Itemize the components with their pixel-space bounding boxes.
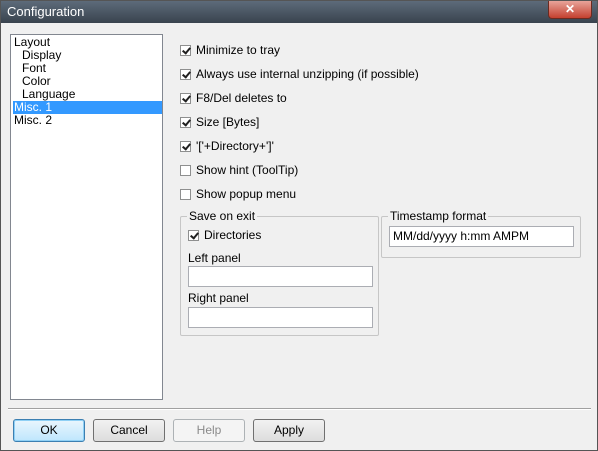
option-label: Minimize to tray (196, 43, 281, 57)
checkbox[interactable] (180, 44, 191, 56)
option-label: F8/Del deletes to (196, 91, 287, 105)
option-show-hint[interactable]: Show hint (ToolTip) (180, 162, 298, 178)
separator (8, 408, 591, 410)
title-bar[interactable]: Configuration ✕ (1, 1, 597, 23)
option-label: Always use internal unzipping (if possib… (196, 67, 419, 81)
group-title: Save on exit (187, 209, 258, 223)
right-panel-label: Right panel (188, 291, 249, 305)
checkbox[interactable] (180, 140, 191, 152)
cancel-button[interactable]: Cancel (93, 419, 165, 442)
left-panel-label: Left panel (188, 251, 241, 265)
ok-button[interactable]: OK (13, 419, 85, 442)
checkbox[interactable] (180, 116, 191, 128)
apply-button[interactable]: Apply (253, 419, 325, 442)
option-label: '['+Directory+']' (196, 139, 274, 153)
right-panel-input[interactable] (188, 307, 373, 328)
close-icon: ✕ (564, 2, 576, 16)
option-directories[interactable]: Directories (188, 227, 261, 243)
group-title: Timestamp format (388, 209, 489, 223)
option-minimize-to-tray[interactable]: Minimize to tray (180, 42, 280, 58)
checkbox[interactable] (180, 92, 191, 104)
left-panel-input[interactable] (188, 266, 373, 287)
timestamp-format-input[interactable]: MM/dd/yyyy h:mm AMPM (389, 226, 574, 247)
option-label: Size [Bytes] (196, 115, 260, 129)
save-on-exit-group: Save on exit Directories Left panel Righ… (180, 209, 379, 336)
category-tree[interactable]: Layout Display Font Color Language Misc.… (10, 34, 163, 400)
checkbox[interactable] (180, 188, 191, 200)
option-label: Show popup menu (196, 187, 297, 201)
option-internal-unzipping[interactable]: Always use internal unzipping (if possib… (180, 66, 419, 82)
close-button[interactable]: ✕ (548, 1, 592, 19)
tree-item-misc-2[interactable]: Misc. 2 (14, 114, 52, 127)
checkbox[interactable] (180, 68, 191, 80)
configuration-dialog: Configuration ✕ Layout Display Font Colo… (0, 0, 598, 451)
timestamp-format-group: Timestamp format MM/dd/yyyy h:mm AMPM (381, 209, 581, 258)
window-title: Configuration (7, 4, 85, 19)
option-directory-brackets[interactable]: '['+Directory+']' (180, 138, 274, 154)
checkbox[interactable] (188, 229, 199, 241)
checkbox[interactable] (180, 164, 191, 176)
option-label: Show hint (ToolTip) (196, 163, 299, 177)
option-show-popup-menu[interactable]: Show popup menu (180, 186, 296, 202)
option-f8-del-deletes[interactable]: F8/Del deletes to (180, 90, 287, 106)
help-button[interactable]: Help (173, 419, 245, 442)
option-label: Directories (204, 228, 262, 242)
option-size-bytes[interactable]: Size [Bytes] (180, 114, 259, 130)
